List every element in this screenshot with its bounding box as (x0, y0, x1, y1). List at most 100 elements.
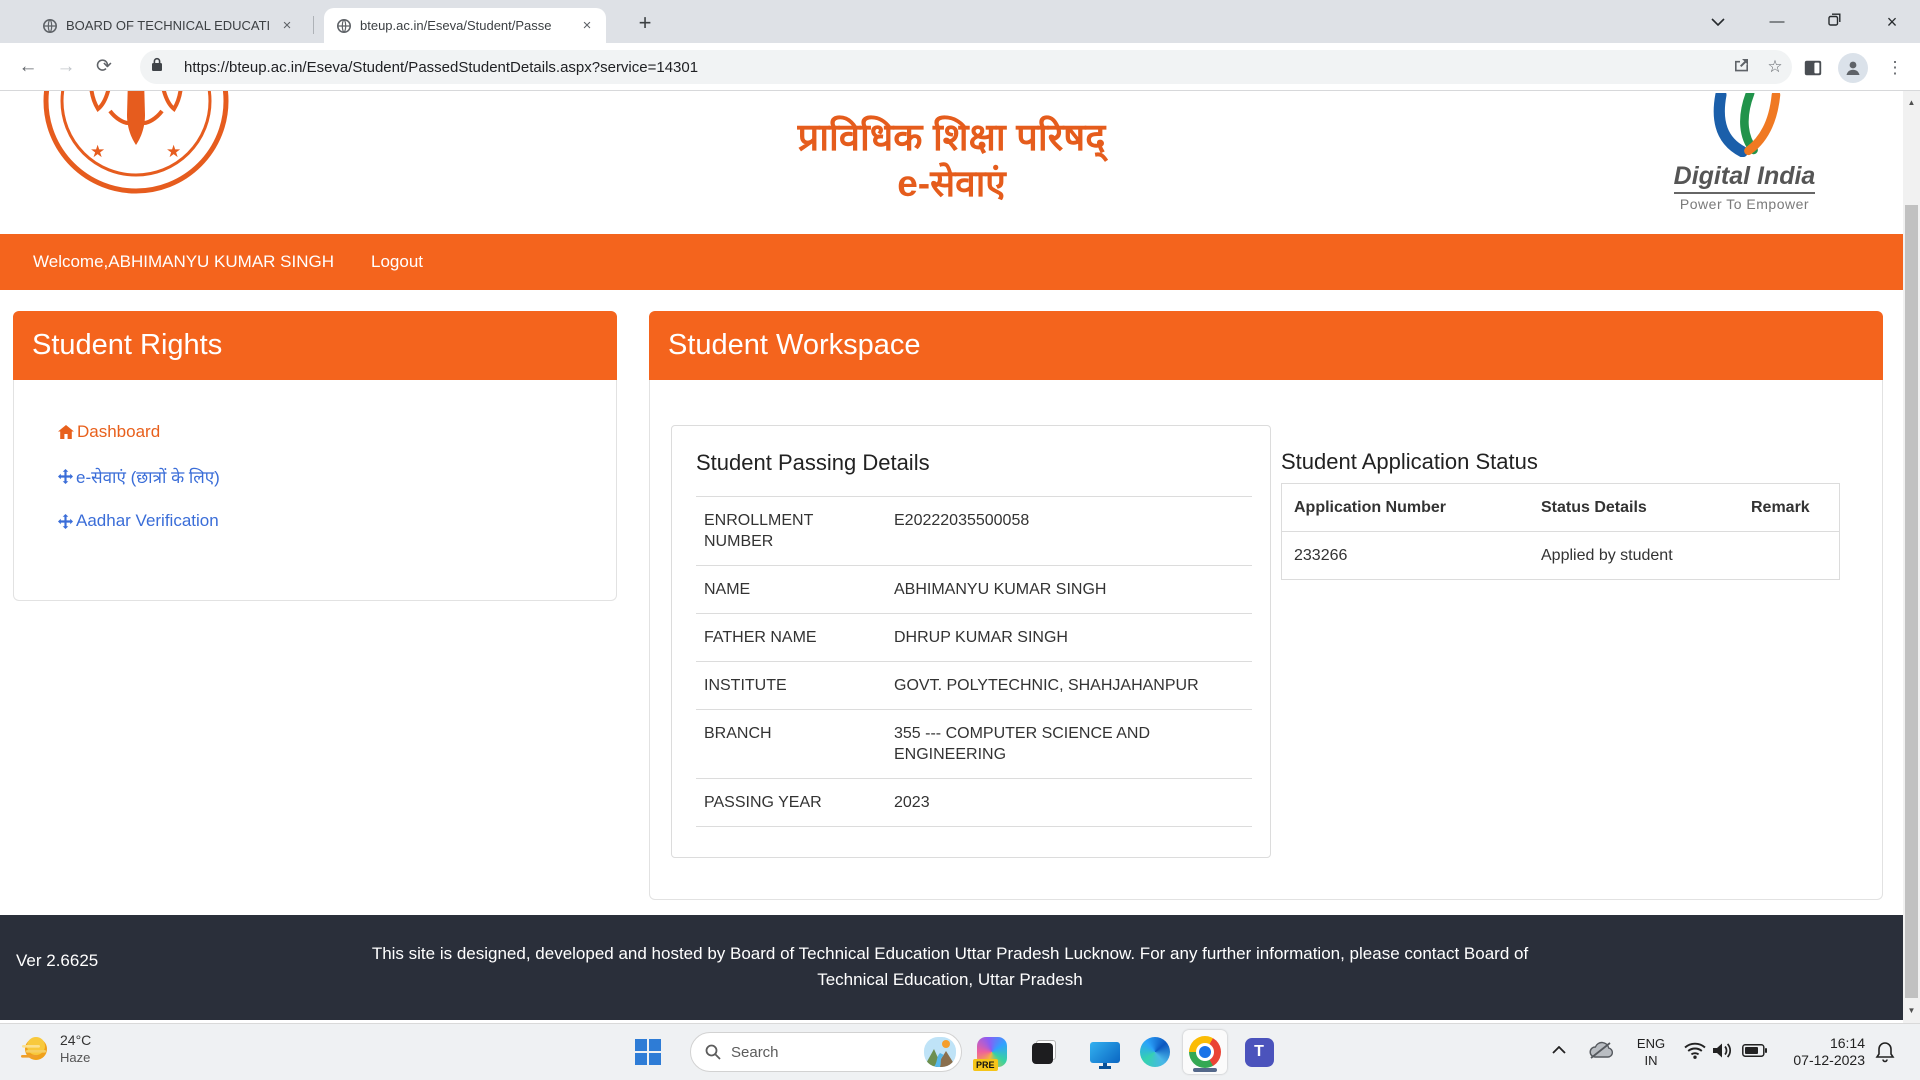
bookmark-star-icon[interactable]: ☆ (1758, 57, 1792, 77)
sidebar-item-label: Aadhar Verification (76, 511, 219, 531)
taskbar-search-box[interactable]: Search (690, 1032, 962, 1072)
row-value: E20222035500058 (886, 497, 1252, 565)
clock-time: 16:14 (1775, 1035, 1865, 1052)
chrome-app-icon-active[interactable] (1183, 1030, 1227, 1074)
passing-details-table: ENROLLMENT NUMBER E20222035500058 NAME A… (696, 496, 1252, 827)
close-icon[interactable]: × (278, 17, 296, 35)
search-highlight-image[interactable] (924, 1037, 956, 1067)
language-indicator[interactable]: ENG IN (1634, 1035, 1668, 1069)
table-row: FATHER NAME DHRUP KUMAR SINGH (696, 614, 1252, 662)
table-row: NAME ABHIMANYU KUMAR SINGH (696, 566, 1252, 614)
clock-date: 07-12-2023 (1775, 1052, 1865, 1069)
student-workspace-body: Student Passing Details ENROLLMENT NUMBE… (649, 380, 1883, 900)
scroll-down-icon[interactable]: ▼ (1903, 1003, 1920, 1019)
tab-board-of-technical-education[interactable]: BOARD OF TECHNICAL EDUCATI × (30, 8, 306, 43)
application-status-title: Student Application Status (1281, 449, 1538, 475)
globe-icon (42, 18, 58, 34)
lang-line1: ENG (1634, 1035, 1668, 1052)
row-value: 2023 (886, 779, 1252, 826)
welcome-text: Welcome,ABHIMANYU KUMAR SINGH (33, 252, 334, 272)
page-footer: Ver 2.6625 This site is designed, develo… (0, 915, 1920, 1020)
refresh-icon[interactable]: ⟳ (90, 53, 118, 81)
tab-title: BOARD OF TECHNICAL EDUCATI (66, 18, 270, 33)
snip-app-icon[interactable] (1028, 1036, 1060, 1068)
row-label: FATHER NAME (696, 614, 886, 661)
application-number-cell: 233266 (1282, 532, 1529, 579)
scroll-up-icon[interactable]: ▲ (1903, 95, 1920, 111)
edge-app-icon[interactable] (1139, 1036, 1171, 1068)
window-restore-button[interactable] (1814, 8, 1854, 36)
forward-icon[interactable]: → (52, 53, 80, 81)
globe-icon (336, 18, 352, 34)
logout-link[interactable]: Logout (371, 252, 423, 272)
remark-cell (1739, 532, 1837, 579)
weather-temp: 24°C (60, 1032, 91, 1049)
row-label: INSTITUTE (696, 662, 886, 709)
volume-icon[interactable] (1712, 1042, 1733, 1059)
page-scrollbar[interactable]: ▲ ▼ (1903, 91, 1920, 1023)
row-value: GOVT. POLYTECHNIC, SHAHJAHANPUR (886, 662, 1252, 709)
tab-separator (313, 16, 314, 34)
row-label: ENROLLMENT NUMBER (696, 497, 886, 565)
version-text: Ver 2.6625 (16, 951, 98, 971)
edge-icon (1140, 1037, 1170, 1067)
table-row: INSTITUTE GOVT. POLYTECHNIC, SHAHJAHANPU… (696, 662, 1252, 710)
digital-india-name: Digital India (1674, 162, 1816, 194)
haze-sun-icon (18, 1032, 52, 1066)
tab-title: bteup.ac.in/Eseva/Student/Passe (360, 18, 570, 33)
student-rights-panel: Student Rights Dashboard e-सेवाएं (छात्र… (13, 311, 617, 601)
share-icon[interactable] (1724, 57, 1758, 78)
passing-details-title: Student Passing Details (696, 450, 930, 476)
battery-icon[interactable] (1742, 1044, 1767, 1057)
column-header: Status Details (1529, 484, 1739, 531)
new-tab-button[interactable]: + (630, 9, 660, 39)
window-close-button[interactable]: × (1872, 8, 1912, 36)
copilot-pre-badge: PRE (973, 1059, 998, 1071)
notifications-bell-icon[interactable] (1875, 1041, 1895, 1063)
scrollbar-thumb[interactable] (1905, 205, 1918, 998)
tray-chevron-up-icon[interactable] (1552, 1046, 1566, 1054)
start-button[interactable] (635, 1039, 661, 1065)
search-icon (705, 1044, 721, 1060)
close-icon[interactable]: × (578, 17, 596, 35)
row-label: PASSING YEAR (696, 779, 886, 826)
passing-details-card: Student Passing Details ENROLLMENT NUMBE… (671, 425, 1271, 858)
onedrive-paused-icon[interactable] (1588, 1041, 1614, 1061)
remote-desktop-app-icon[interactable] (1089, 1036, 1121, 1068)
sidebar-item-dashboard[interactable]: Dashboard (58, 422, 616, 442)
window-minimize-button[interactable]: — (1757, 8, 1797, 36)
move-icon (58, 514, 73, 529)
url-text[interactable]: https://bteup.ac.in/Eseva/Student/Passed… (184, 59, 1724, 76)
web-page: ★ ★ प्राविधिक शिक्षा परिषद् e-सेवाएं Dig… (0, 91, 1920, 1023)
tab-bteup-active[interactable]: bteup.ac.in/Eseva/Student/Passe × (324, 8, 606, 43)
digital-india-logo: Digital India Power To Empower (1652, 93, 1837, 212)
back-icon[interactable]: ← (14, 53, 42, 81)
browser-urlbar: ← → ⟳ https://bteup.ac.in/Eseva/Student/… (0, 43, 1920, 91)
site-title-line2: e-सेवाएं (0, 161, 1903, 207)
teams-app-icon[interactable]: T (1243, 1036, 1275, 1068)
lock-icon (140, 57, 174, 77)
table-row: 233266 Applied by student (1282, 532, 1839, 579)
taskbar-clock[interactable]: 16:14 07-12-2023 (1775, 1035, 1865, 1069)
table-header-row: Application Number Status Details Remark (1282, 484, 1839, 532)
wifi-icon[interactable] (1684, 1042, 1706, 1059)
status-cell: Applied by student (1529, 532, 1739, 579)
application-status-table: Application Number Status Details Remark… (1281, 483, 1840, 580)
digital-india-tagline: Power To Empower (1652, 196, 1837, 212)
teams-icon: T (1245, 1038, 1274, 1067)
student-rights-body: Dashboard e-सेवाएं (छात्रों के लिए) Aadh… (13, 380, 617, 601)
student-rights-header: Student Rights (13, 311, 617, 380)
copilot-app-icon[interactable]: PRE (976, 1036, 1008, 1068)
profile-avatar[interactable] (1838, 53, 1868, 83)
sidebar-item-eseva[interactable]: e-सेवाएं (छात्रों के लिए) (58, 465, 616, 488)
window-chevron-icon[interactable] (1698, 8, 1738, 36)
row-value: 355 --- COMPUTER SCIENCE AND ENGINEERING (886, 710, 1252, 778)
home-icon (58, 425, 74, 440)
side-panel-icon[interactable] (1798, 53, 1828, 83)
site-title-line1: प्राविधिक शिक्षा परिषद् (0, 115, 1903, 161)
taskbar-weather-widget[interactable]: 24°C Haze (18, 1032, 91, 1066)
sidebar-item-aadhar-verification[interactable]: Aadhar Verification (58, 511, 616, 531)
move-icon (58, 469, 73, 484)
url-omnibox[interactable]: https://bteup.ac.in/Eseva/Student/Passed… (140, 50, 1792, 84)
browser-menu-icon[interactable]: ⋮ (1880, 53, 1910, 83)
